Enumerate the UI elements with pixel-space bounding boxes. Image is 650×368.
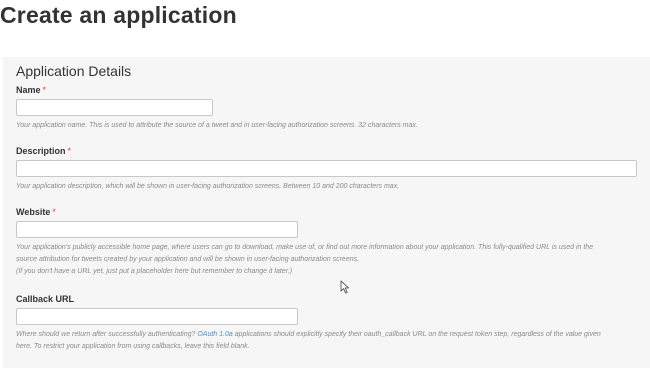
website-help-line-2: source attribution for tweets created by… (16, 256, 360, 263)
description-required-marker: * (67, 146, 72, 156)
name-label: Name * (16, 85, 46, 96)
name-label-text: Name (16, 85, 41, 95)
callback-url-help-line-2: here. To restrict your application from … (16, 343, 250, 350)
callback-url-help-suffix: applications should explicitly specify t… (234, 331, 601, 338)
website-label: Website * (16, 207, 56, 218)
website-label-text: Website (16, 207, 51, 217)
website-help-text: Your application's publicly accessible h… (16, 242, 641, 278)
section-title: Application Details (16, 63, 132, 79)
website-input[interactable] (16, 221, 298, 238)
description-input[interactable] (16, 160, 637, 177)
website-required-marker: * (52, 207, 56, 217)
name-required-marker: * (42, 85, 47, 95)
callback-url-input[interactable] (16, 308, 298, 325)
description-label: Description * (16, 146, 71, 157)
application-details-panel: Application Details Name * Your applicati… (3, 57, 650, 368)
callback-url-help-text: Where should we return after successfull… (16, 329, 641, 353)
website-help-line-3: (If you don't have a URL yet, just put a… (16, 268, 293, 275)
name-input[interactable] (16, 99, 213, 116)
website-help-line-1: Your application's publicly accessible h… (16, 244, 594, 251)
callback-url-label-text: Callback URL (16, 294, 75, 304)
description-help-text: Your application description, which will… (16, 183, 400, 190)
name-help-text: Your application name. This is used to a… (16, 122, 418, 129)
page-title: Create an application (0, 2, 237, 28)
callback-url-help-prefix: Where should we return after successfull… (16, 331, 196, 338)
mouse-pointer-icon (340, 280, 350, 294)
oauth-link[interactable]: OAuth 1.0a (197, 331, 232, 338)
callback-url-label: Callback URL (16, 294, 74, 305)
description-label-text: Description (16, 146, 66, 156)
callback-url-help-line-1: Where should we return after successfull… (16, 329, 641, 341)
